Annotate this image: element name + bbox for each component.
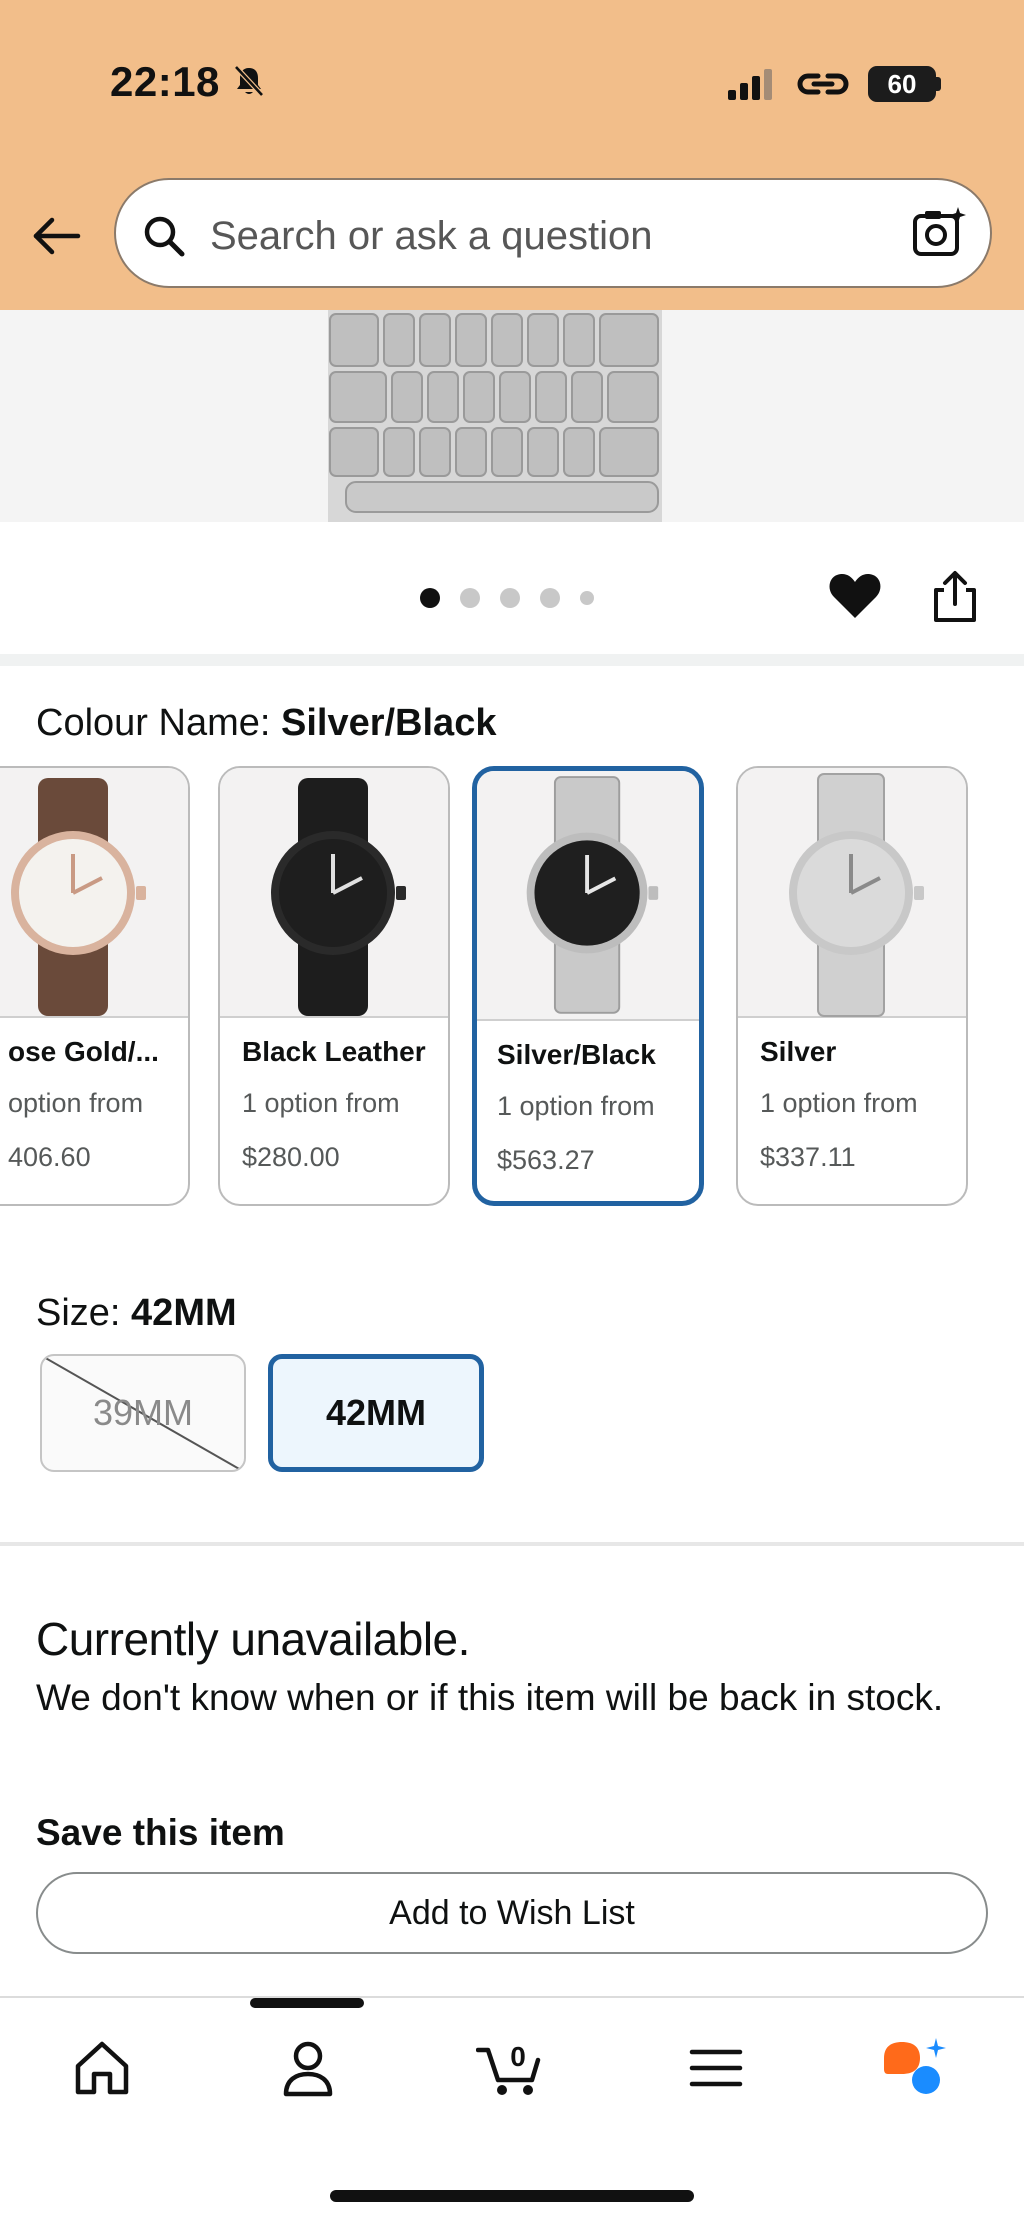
- size-option-label: 39MM: [92, 1392, 194, 1433]
- hamburger-icon[interactable]: [684, 2036, 748, 2100]
- availability-title: Currently unavailable.: [36, 1613, 470, 1665]
- battery-tip: [936, 77, 941, 91]
- colour-selected-value: Silver/Black: [280, 702, 497, 744]
- swatch-availability: option from: [8, 1088, 144, 1118]
- colour-option-black-leather[interactable]: Black Leather 1 option from $280.00: [218, 766, 450, 1206]
- carousel-dots[interactable]: [420, 588, 594, 608]
- active-tab-indicator: [250, 1998, 364, 2008]
- cart-icon[interactable]: 0: [476, 2036, 548, 2100]
- status-bar: 22:18 60: [0, 0, 1024, 170]
- save-item-title: Save this item: [36, 1812, 285, 1853]
- size-option-label: 42MM: [325, 1392, 427, 1433]
- ai-assistant-icon[interactable]: [880, 2036, 952, 2100]
- swatch-name: Black Leather: [242, 1036, 426, 1067]
- home-indicator[interactable]: [330, 2190, 694, 2202]
- swatch-image: [220, 768, 448, 1018]
- search-icon: [144, 216, 185, 257]
- camera-lens-icon[interactable]: [910, 204, 968, 262]
- carousel-dot-1[interactable]: [420, 588, 440, 608]
- swatch-price: $563.27: [497, 1145, 595, 1175]
- wish-list-label: Add to Wish List: [389, 1893, 635, 1932]
- personal-hotspot-icon: [797, 73, 849, 95]
- colour-name-label: Colour Name: Silver/Black: [36, 702, 496, 745]
- watch-thumbnail: [271, 778, 406, 1016]
- swatch-availability: 1 option from: [242, 1088, 400, 1118]
- product-image[interactable]: [0, 310, 1024, 522]
- section-divider: [0, 1542, 1024, 1546]
- swatch-price: 406.60: [8, 1142, 91, 1172]
- silent-bell-icon: [234, 65, 264, 97]
- colour-option-silver-black[interactable]: Silver/Black 1 option from $563.27: [472, 766, 704, 1206]
- heart-icon[interactable]: [826, 566, 884, 624]
- add-to-wish-list-button[interactable]: Add to Wish List: [36, 1872, 988, 1954]
- watch-thumbnail: [526, 776, 659, 1014]
- search-input[interactable]: Search or ask a question: [210, 214, 652, 259]
- watch-bracelet-image: [0, 310, 1024, 522]
- status-time: 22:18: [110, 58, 220, 105]
- battery-indicator: 60: [868, 66, 936, 102]
- swatch-image: [477, 771, 699, 1021]
- carousel-dot-4[interactable]: [540, 588, 560, 608]
- swatch-name: Silver/Black: [497, 1039, 656, 1070]
- back-arrow-icon[interactable]: [28, 208, 84, 264]
- size-label-prefix: Size:: [36, 1292, 132, 1334]
- battery-level: 60: [887, 68, 917, 99]
- share-icon[interactable]: [928, 568, 982, 626]
- size-selected-value: 42MM: [131, 1292, 237, 1334]
- search-bar[interactable]: Search or ask a question: [114, 178, 992, 288]
- watch-thumbnail: [789, 773, 924, 1017]
- size-option-39mm[interactable]: 39MM: [40, 1354, 246, 1472]
- home-icon[interactable]: [70, 2036, 134, 2100]
- colour-option-silver[interactable]: Silver 1 option from $337.11: [736, 766, 968, 1206]
- availability-message: We don't know when or if this item will …: [36, 1677, 944, 1718]
- app-header: 22:18 60 Search or ask a question: [0, 0, 1024, 310]
- swatch-image: [0, 768, 188, 1018]
- cart-count: 0: [510, 2041, 526, 2072]
- swatch-price: $337.11: [760, 1142, 856, 1172]
- swatch-name: Silver: [760, 1036, 837, 1067]
- size-label: Size: 42MM: [36, 1292, 237, 1335]
- cellular-signal-icon: [728, 69, 772, 100]
- section-divider: [0, 654, 1024, 666]
- colour-label-prefix: Colour Name:: [36, 702, 281, 744]
- watch-thumbnail: [11, 778, 146, 1016]
- carousel-dot-3[interactable]: [500, 588, 520, 608]
- colour-option-rose-gold[interactable]: ose Gold/... option from 406.60: [0, 766, 190, 1206]
- person-icon[interactable]: [276, 2036, 340, 2100]
- swatch-image: [738, 768, 966, 1018]
- swatch-name: ose Gold/...: [8, 1036, 159, 1067]
- swatch-availability: 1 option from: [497, 1091, 655, 1121]
- swatch-availability: 1 option from: [760, 1088, 918, 1118]
- size-option-42mm[interactable]: 42MM: [268, 1354, 484, 1472]
- carousel-dot-2[interactable]: [460, 588, 480, 608]
- swatch-price: $280.00: [242, 1142, 340, 1172]
- carousel-dot-5[interactable]: [580, 591, 594, 605]
